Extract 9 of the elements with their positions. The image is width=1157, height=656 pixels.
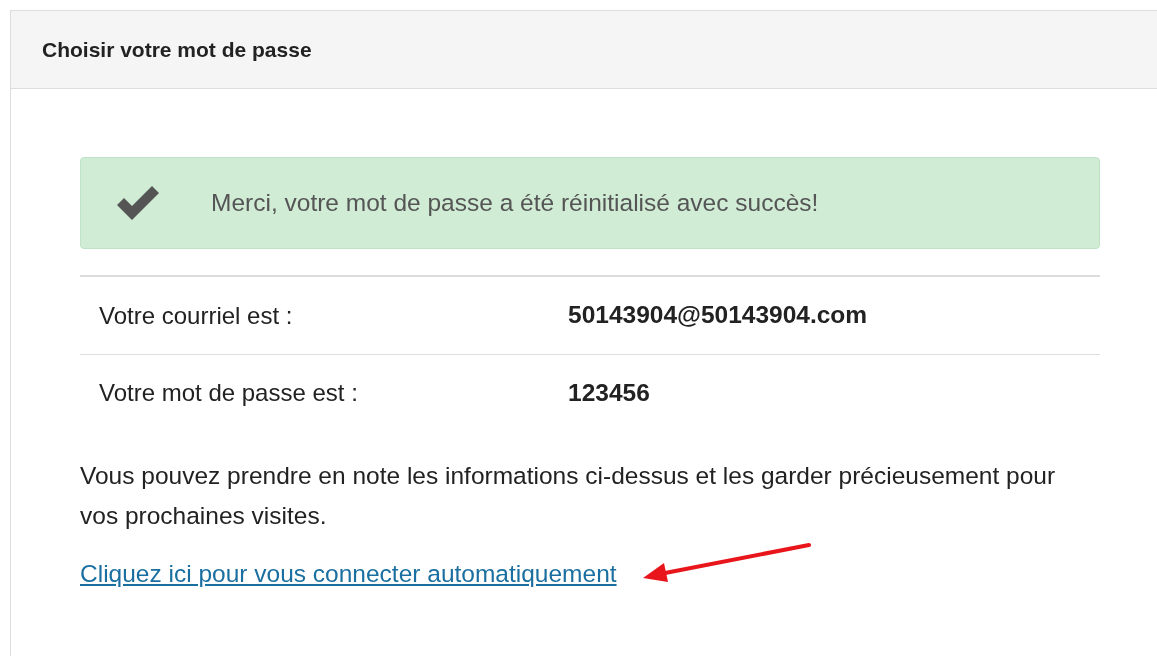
detail-value: 50143904@50143904.com [568, 300, 868, 331]
detail-value: 123456 [568, 377, 650, 408]
checkmark-icon [115, 185, 161, 221]
detail-label: Votre courriel est : [98, 300, 294, 331]
alert-message: Merci, votre mot de passe a été réinitialisé avec succès! [211, 187, 819, 218]
detail-label: Votre mot de passe est : [98, 378, 359, 408]
card-title: Choisir votre mot de passe [42, 36, 312, 63]
info-paragraph: Vous pouvez prendre en note les informations ci-dessus et les garder précieusement pour vos prochaines visites. [80, 461, 1057, 531]
auto-login-link[interactable]: Cliquez ici pour vous connecter automatiquement [80, 560, 617, 587]
